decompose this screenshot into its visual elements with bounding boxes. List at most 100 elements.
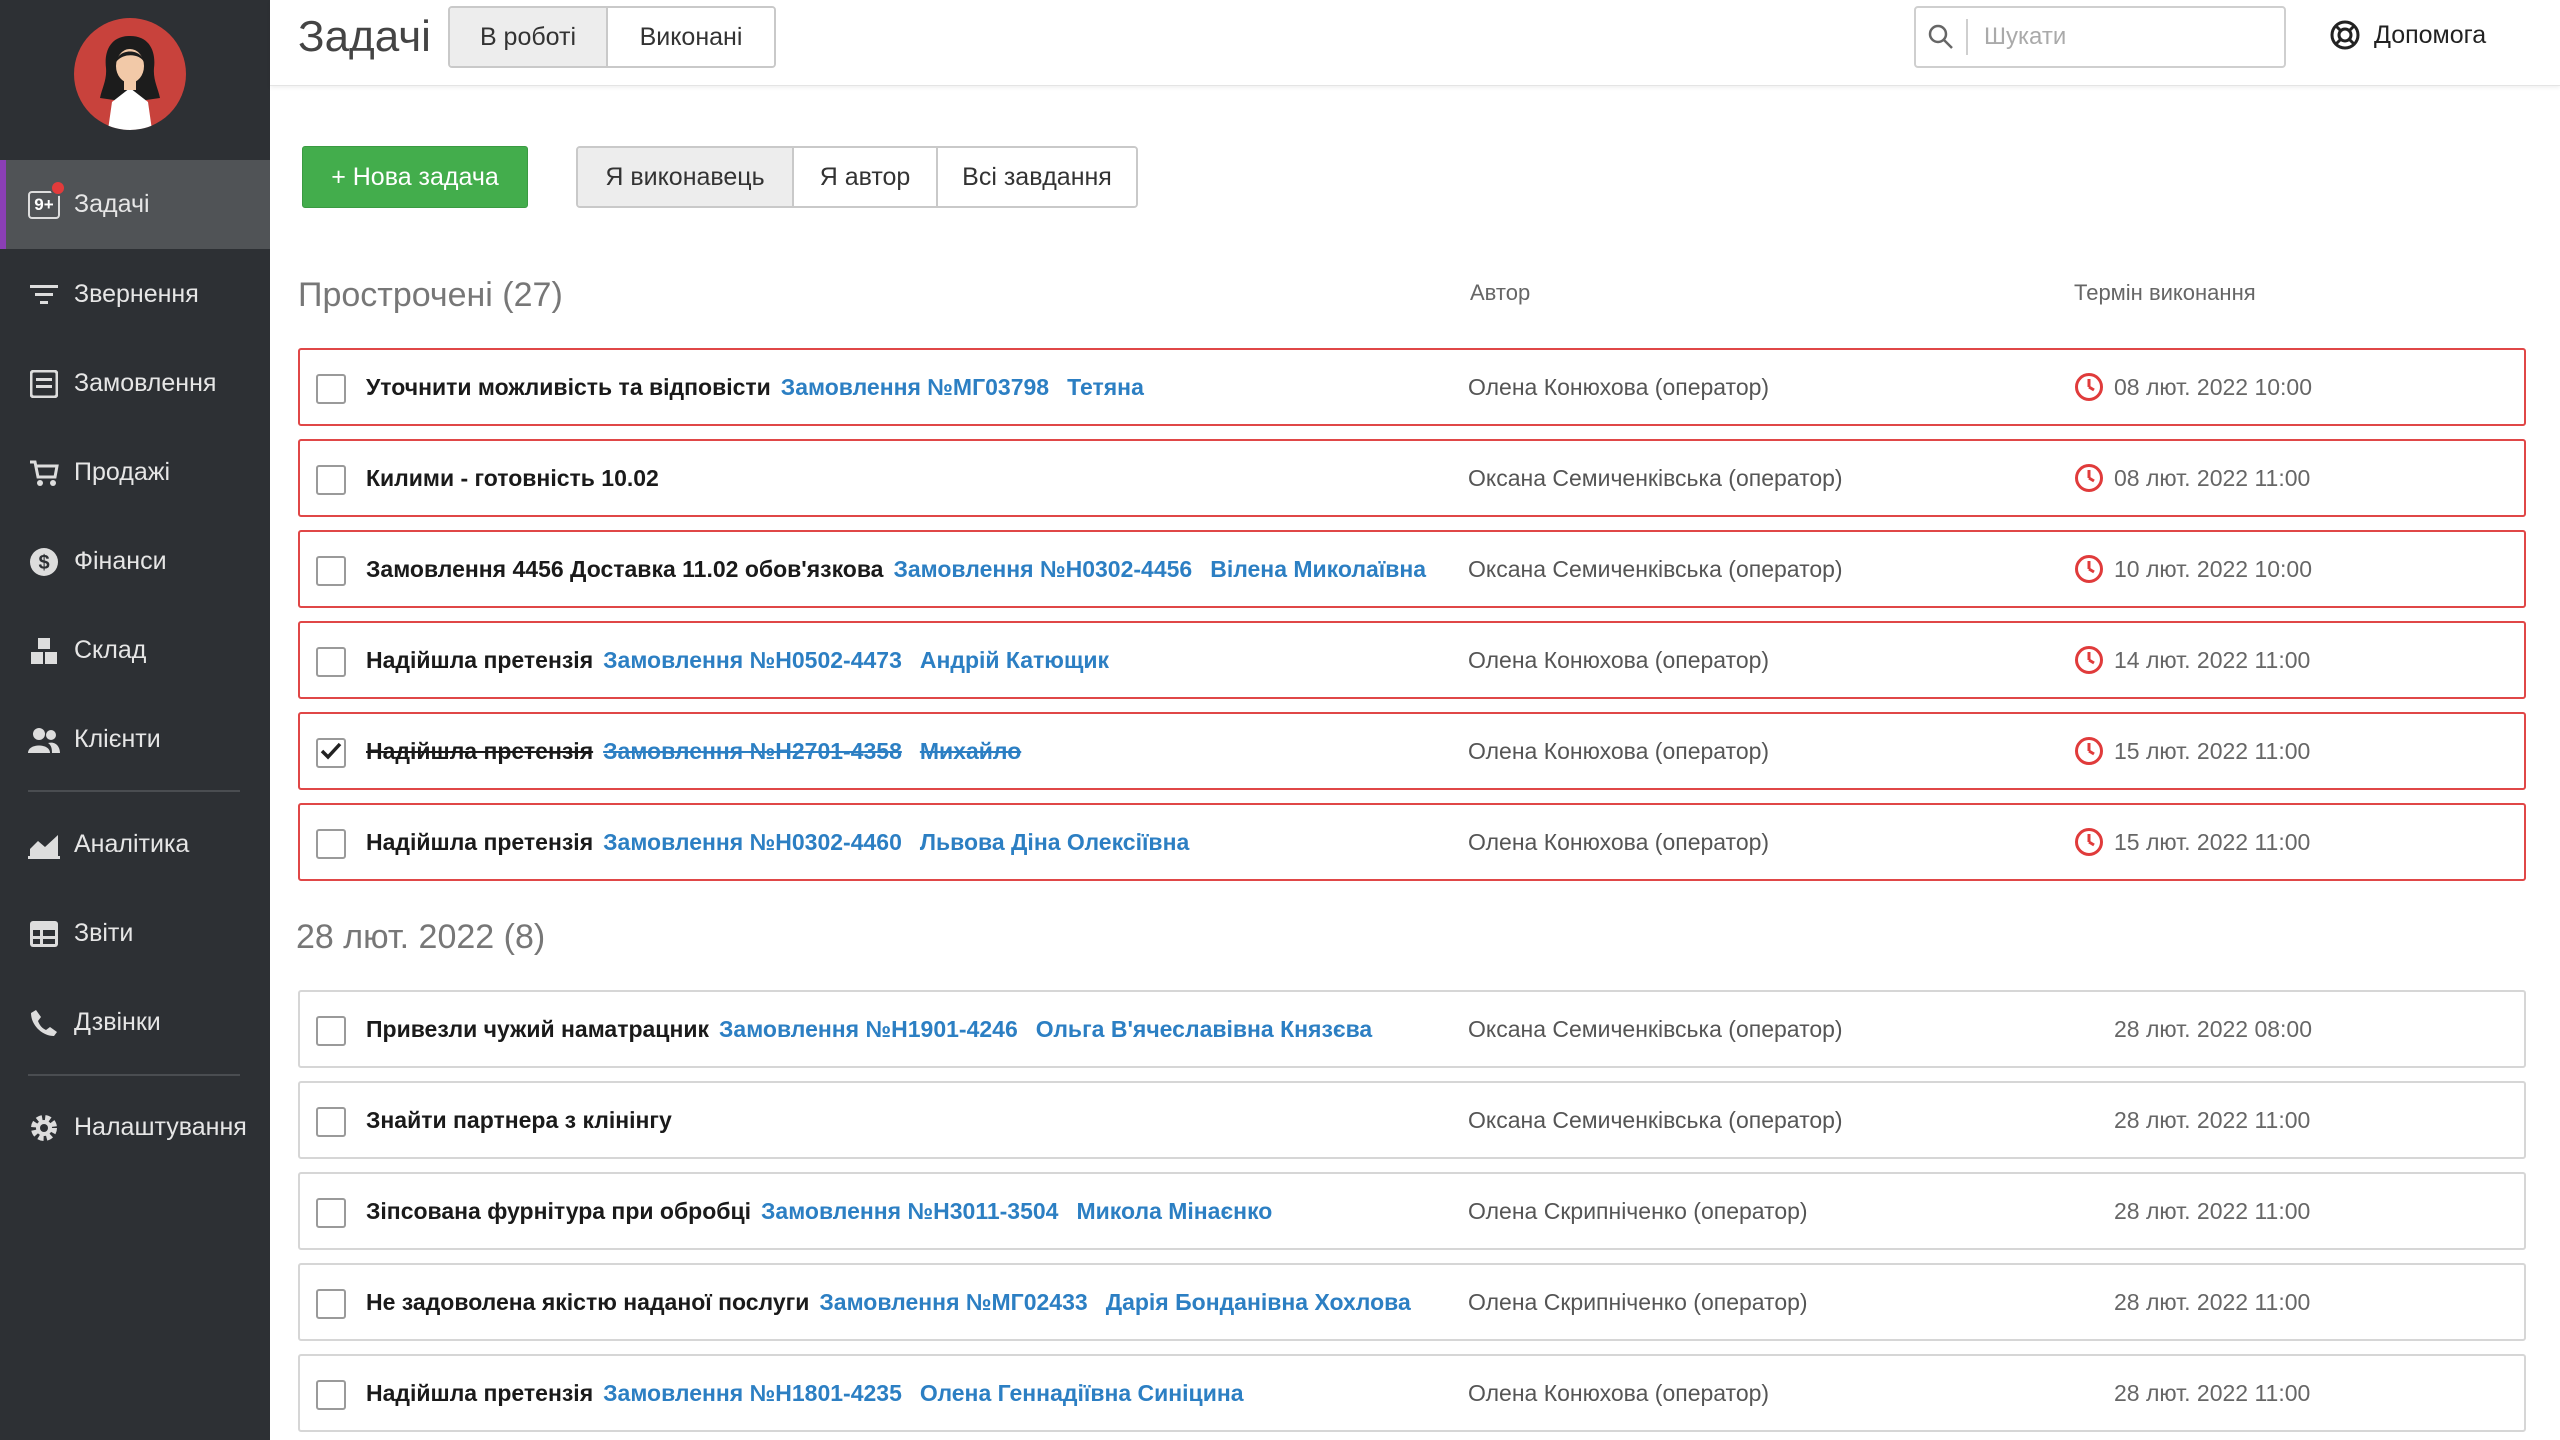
order-link[interactable]: Замовлення №МГ02433 <box>819 1289 1087 1316</box>
task-author: Олена Скрипніченко (оператор) <box>1468 1197 1808 1224</box>
task-row[interactable]: Привезли чужий наматрацник Замовлення №Н1… <box>298 990 2526 1068</box>
task-row[interactable]: Надійшла претензія Замовлення №Н1801-4235… <box>298 1354 2526 1432</box>
task-due-date: 15 лют. 2022 11:00 <box>2114 828 2311 855</box>
task-due: 28 лют. 2022 11:00 <box>2114 1174 2310 1248</box>
cart-icon <box>27 456 61 490</box>
column-header-due: Термін виконання <box>2074 280 2256 305</box>
task-title[interactable]: Надійшла претензія <box>366 738 593 765</box>
order-link[interactable]: Замовлення №Н2701-4358 <box>603 738 902 765</box>
section-title-overdue: Прострочені (27) <box>298 276 563 314</box>
task-title[interactable]: Уточнити можливість та відповісти <box>366 374 771 401</box>
clock-icon <box>2074 645 2104 675</box>
sidebar-item-reports[interactable]: Звіти <box>0 889 270 978</box>
task-row[interactable]: Не задоволена якістю наданої послуги Замо… <box>298 1263 2526 1341</box>
tab-in-progress[interactable]: В роботі <box>450 8 608 66</box>
client-link[interactable]: Андрій Катющик <box>920 647 1109 674</box>
client-link[interactable]: Тетяна <box>1067 374 1144 401</box>
task-title[interactable]: Зіпсована фурнітура при обробці <box>366 1198 751 1225</box>
task-author: Оксана Семиченківська (оператор) <box>1468 1015 1843 1042</box>
task-checkbox[interactable] <box>316 1198 346 1228</box>
sidebar-item-sales[interactable]: Продажі <box>0 428 270 517</box>
task-row[interactable]: Замовлення 4456 Доставка 11.02 обов'язко… <box>298 530 2526 608</box>
sidebar-item-warehouse[interactable]: Склад <box>0 606 270 695</box>
task-row[interactable]: Зіпсована фурнітура при обробці Замовленн… <box>298 1172 2526 1250</box>
client-link[interactable]: Ольга В'ячеславівна Князєва <box>1036 1016 1373 1043</box>
task-title[interactable]: Не задоволена якістю наданої послуги <box>366 1289 809 1316</box>
avatar[interactable] <box>74 18 186 130</box>
filter-all[interactable]: Всі завдання <box>938 148 1136 206</box>
boxes-icon <box>27 634 61 668</box>
task-checkbox[interactable] <box>316 829 346 859</box>
filter-author[interactable]: Я автор <box>794 148 938 206</box>
task-checkbox[interactable] <box>316 1380 346 1410</box>
filter-assignee[interactable]: Я виконавець <box>578 148 794 206</box>
task-row[interactable]: Надійшла претензія Замовлення №Н0502-4473… <box>298 621 2526 699</box>
order-list-icon <box>27 367 61 401</box>
task-checkbox[interactable] <box>316 1107 346 1137</box>
task-due: 08 лют. 2022 10:00 <box>2074 350 2312 424</box>
order-link[interactable]: Замовлення №Н3011-3504 <box>761 1198 1058 1225</box>
clock-icon <box>2074 554 2104 584</box>
task-title[interactable]: Замовлення 4456 Доставка 11.02 обов'язко… <box>366 556 883 583</box>
sidebar-item-appeals[interactable]: Звернення <box>0 250 270 339</box>
sidebar-item-label: Звіти <box>74 919 134 947</box>
task-due-date: 10 лют. 2022 10:00 <box>2114 555 2313 582</box>
sidebar-item-label: Звернення <box>74 280 199 308</box>
order-link[interactable]: Замовлення №Н1901-4246 <box>719 1016 1018 1043</box>
sidebar-item-settings[interactable]: Налаштування <box>0 1083 270 1172</box>
sidebar-item-analytics[interactable]: Аналітика <box>0 800 270 889</box>
task-row[interactable]: Надійшла претензія Замовлення №Н0302-4460… <box>298 803 2526 881</box>
task-due: 08 лют. 2022 11:00 <box>2074 441 2310 515</box>
task-due-date: 28 лют. 2022 11:00 <box>2114 1288 2311 1315</box>
order-link[interactable]: Замовлення №Н0302-4456 <box>893 556 1192 583</box>
order-link[interactable]: Замовлення №Н1801-4235 <box>603 1380 902 1407</box>
task-title[interactable]: Надійшла претензія <box>366 647 593 674</box>
task-checkbox[interactable] <box>316 465 346 495</box>
help-link[interactable]: Допомога <box>2330 20 2486 50</box>
task-row[interactable]: Уточнити можливість та відповісти Замовле… <box>298 348 2526 426</box>
task-row[interactable]: Знайти партнера з клінінгу Оксана Семичен… <box>298 1081 2526 1159</box>
order-link[interactable]: Замовлення №Н0302-4460 <box>603 829 902 856</box>
task-title-line: Зіпсована фурнітура при обробці Замовленн… <box>366 1174 1290 1248</box>
sidebar-item-orders[interactable]: Замовлення <box>0 339 270 428</box>
client-link[interactable]: Вілена Миколаївна <box>1210 556 1426 583</box>
task-due-date: 08 лют. 2022 10:00 <box>2114 373 2313 400</box>
new-task-button[interactable]: + Нова задача <box>302 146 528 208</box>
task-title[interactable]: Знайти партнера з клінінгу <box>366 1107 672 1134</box>
client-link[interactable]: Олена Геннадіївна Синіцина <box>920 1380 1244 1407</box>
sidebar-item-finance[interactable]: $ Фінанси <box>0 517 270 606</box>
sidebar-item-tasks[interactable]: 9+ Задачі <box>0 160 270 249</box>
task-title[interactable]: Надійшла претензія <box>366 1380 593 1407</box>
tab-completed[interactable]: Виконані <box>608 8 774 66</box>
task-title[interactable]: Привезли чужий наматрацник <box>366 1016 709 1043</box>
sidebar-item-clients[interactable]: Клієнти <box>0 695 270 784</box>
task-checkbox[interactable] <box>316 556 346 586</box>
status-tabs: В роботі Виконані <box>448 6 776 68</box>
sidebar-item-label: Налаштування <box>74 1113 247 1141</box>
sidebar-item-calls[interactable]: Дзвінки <box>0 978 270 1067</box>
task-row[interactable]: Надійшла претензія Замовлення №Н2701-4358… <box>298 712 2526 790</box>
lifebuoy-icon <box>2330 20 2360 50</box>
task-due: 15 лют. 2022 11:00 <box>2074 805 2310 879</box>
task-due-date: 28 лют. 2022 11:00 <box>2114 1197 2311 1224</box>
sidebar-item-label: Замовлення <box>74 369 217 397</box>
task-checkbox[interactable] <box>316 738 346 768</box>
task-title[interactable]: Надійшла претензія <box>366 829 593 856</box>
order-link[interactable]: Замовлення №Н0502-4473 <box>603 647 902 674</box>
task-due-date: 08 лют. 2022 11:00 <box>2114 464 2311 491</box>
task-row[interactable]: Килими - готовність 10.02 Оксана Семиченк… <box>298 439 2526 517</box>
task-checkbox[interactable] <box>316 1289 346 1319</box>
search-icon[interactable] <box>1916 19 1968 55</box>
client-link[interactable]: Львова Діна Олексіївна <box>920 829 1189 856</box>
search-input[interactable] <box>1968 23 2268 51</box>
task-title[interactable]: Килими - готовність 10.02 <box>366 465 659 492</box>
task-checkbox[interactable] <box>316 647 346 677</box>
task-checkbox[interactable] <box>316 1016 346 1046</box>
column-header-author: Автор <box>1470 280 1531 305</box>
order-link[interactable]: Замовлення №МГ03798 <box>781 374 1049 401</box>
client-link[interactable]: Микола Мінаєнко <box>1076 1198 1272 1225</box>
task-checkbox[interactable] <box>316 374 346 404</box>
client-link[interactable]: Дарія Бонданівна Хохлова <box>1106 1289 1411 1316</box>
client-link[interactable]: Михайло <box>920 738 1021 765</box>
sidebar-item-label: Склад <box>74 636 147 664</box>
